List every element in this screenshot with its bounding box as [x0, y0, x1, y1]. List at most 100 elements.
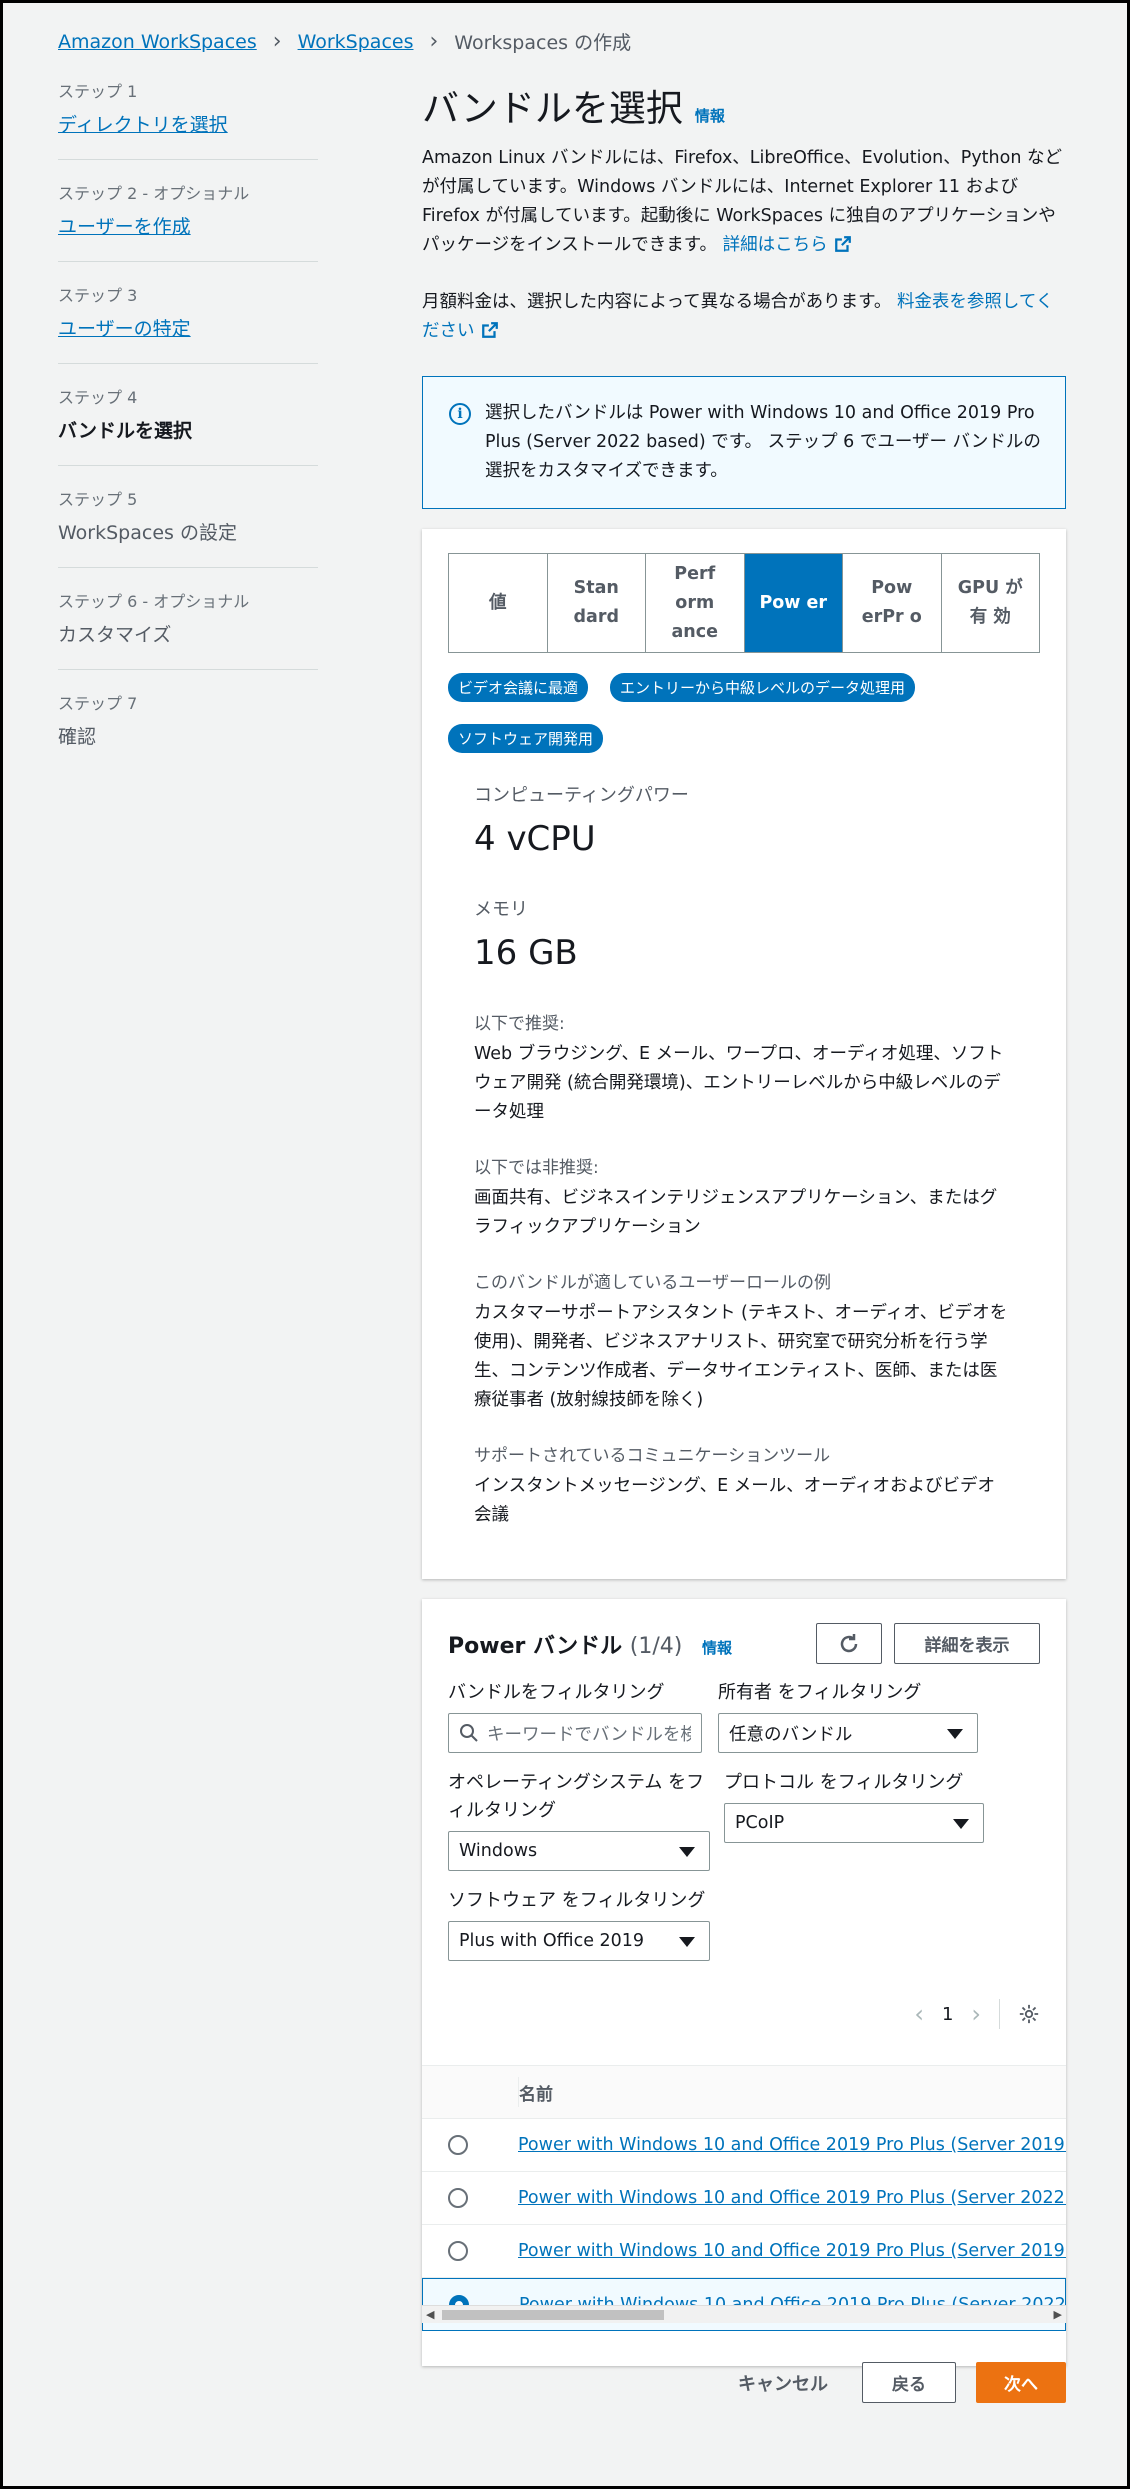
step-link-select-directory[interactable]: ディレクトリを選択 [58, 110, 318, 137]
alert-text: 選択したバンドルは Power with Windows 10 and Offi… [485, 403, 1041, 481]
breadcrumb-workspaces-home[interactable]: Amazon WorkSpaces [58, 31, 257, 53]
next-page-icon[interactable]: › [971, 2000, 981, 2028]
filter-owner-label: 所有者 をフィルタリング [718, 1682, 922, 1703]
caret-down-icon [679, 1847, 695, 1857]
scroll-right-icon[interactable]: ▶ [1054, 2308, 1062, 2321]
filter-bundle-label: バンドルをフィルタリング [448, 1682, 665, 1703]
table-row[interactable]: Power with Windows 10 and Office 2019 Pr… [422, 2119, 1066, 2172]
row-radio[interactable] [448, 2241, 468, 2261]
step-link-identify-users[interactable]: ユーザーの特定 [58, 314, 318, 341]
chevron-right-icon: › [429, 29, 439, 54]
pricing-note-text: 月額料金は、選択した内容によって異なる場合があります。 [422, 292, 892, 312]
roles-label: このバンドルが適しているユーザーロールの例 [474, 1273, 831, 1293]
wizard-actions: キャンセル 戻る 次へ [738, 2362, 1066, 2403]
column-header-name[interactable]: 名前 [518, 2077, 553, 2107]
not-recommended-label: 以下では非推奨: [474, 1158, 599, 1178]
tag-data-processing: エントリーから中級レベルのデータ処理用 [610, 673, 916, 702]
scrollbar-thumb[interactable] [442, 2310, 664, 2320]
bundle-name-link[interactable]: Power with Windows 10 and Office 2019 Pr… [518, 2135, 1066, 2155]
cancel-button[interactable]: キャンセル [738, 2370, 828, 2396]
compute-value: 4 vCPU [474, 819, 596, 859]
table-row[interactable]: Power with Windows 10 and Office 2019 Pr… [422, 2225, 1066, 2278]
table-info-link[interactable]: 情報 [702, 1639, 732, 1657]
caret-down-icon [953, 1819, 969, 1829]
step-6: ステップ 6 - オプショナル カスタマイズ [58, 588, 318, 670]
main-content: バンドルを選択 情報 Amazon Linux バンドルには、Firefox、L… [422, 78, 1066, 2366]
tab-gpu[interactable]: GPU が有 効 [942, 554, 1040, 652]
step-number: ステップ 7 [58, 694, 138, 713]
back-button[interactable]: 戻る [862, 2362, 956, 2403]
step-5: ステップ 5 WorkSpaces の設定 [58, 486, 318, 568]
bundle-name-link[interactable]: Power with Windows 10 and Office 2019 Pr… [518, 2241, 1066, 2261]
step-number: ステップ 5 [58, 490, 138, 509]
step-3: ステップ 3 ユーザーの特定 [58, 282, 318, 364]
bundle-search-input[interactable]: キーワードでバンドルを検索 [448, 1713, 702, 1753]
info-link[interactable]: 情報 [695, 105, 725, 126]
next-button[interactable]: 次へ [976, 2362, 1066, 2403]
tab-powerpro[interactable]: Pow erPr o [843, 554, 942, 652]
tab-standard[interactable]: Stan dard [548, 554, 646, 652]
prev-page-icon[interactable]: ‹ [914, 2000, 924, 2028]
bundle-tags: ビデオ会議に最適 エントリーから中級レベルのデータ処理用 ソフトウェア開発用 [448, 673, 1048, 753]
bundle-table: 名前 Power with Windows 10 and Office 2019… [422, 2065, 1066, 2331]
pagination: ‹ 1 › [914, 1999, 1040, 2029]
view-details-button[interactable]: 詳細を表示 [894, 1623, 1040, 1664]
step-customize: カスタマイズ [58, 624, 172, 646]
step-current-select-bundle: バンドルを選択 [58, 420, 192, 442]
pager-divider [999, 1999, 1000, 2029]
table-count: (1/4) [629, 1633, 683, 1659]
current-page[interactable]: 1 [942, 2004, 953, 2025]
software-select-value: Plus with Office 2019 [459, 1931, 645, 1951]
filter-owner-group: 所有者 をフィルタリング 任意のバンドル [718, 1679, 978, 1753]
chevron-right-icon: › [272, 29, 282, 54]
learn-more-link[interactable]: 詳細はこちら [723, 235, 852, 255]
pricing-note: 月額料金は、選択した内容によって異なる場合があります。 料金表を参照してください [422, 288, 1066, 346]
compute-label: コンピューティングパワー [474, 785, 689, 806]
table-row[interactable]: Power with Windows 10 and Office 2019 Pr… [422, 2172, 1066, 2225]
step-4: ステップ 4 バンドルを選択 [58, 384, 318, 466]
owner-select[interactable]: 任意のバンドル [718, 1713, 978, 1753]
memory-label: メモリ [474, 899, 528, 920]
tab-power[interactable]: Pow er [744, 554, 843, 652]
tag-video-conferencing: ビデオ会議に最適 [448, 673, 589, 702]
tools-text: インスタントメッセージング、E メール、オーディオおよびビデオ会議 [474, 1476, 995, 1525]
horizontal-scrollbar[interactable]: ◀ ▶ [422, 2305, 1066, 2323]
table-header-row: 名前 [422, 2065, 1066, 2119]
learn-more-label: 詳細はこちら [722, 235, 828, 255]
bundle-type-segmented-control: 値 Stan dard Perf orm ance Pow er Pow erP… [448, 553, 1040, 653]
row-radio[interactable] [448, 2135, 468, 2155]
table-header: Power バンドル (1/4) 情報 詳細を表示 [422, 1599, 1066, 1664]
roles-text: カスタマーサポートアシスタント (テキスト、オーディオ、ビデオを使用)、開発者、… [474, 1303, 1008, 1410]
filter-protocol-label: プロトコル をフィルタリング [724, 1772, 964, 1793]
filter-protocol-group: プロトコル をフィルタリング PCoIP [724, 1769, 984, 1843]
tab-performance[interactable]: Perf orm ance [646, 554, 745, 652]
filter-bundle-group: バンドルをフィルタリング キーワードでバンドルを検索 [448, 1679, 702, 1753]
refresh-button[interactable] [816, 1623, 882, 1664]
tab-value[interactable]: 値 [449, 554, 548, 652]
recommended-text: Web ブラウジング、E メール、ワープロ、オーディオ処理、ソフトウェア開発 (… [474, 1044, 1004, 1122]
software-select[interactable]: Plus with Office 2019 [448, 1921, 710, 1961]
step-1: ステップ 1 ディレクトリを選択 [58, 78, 318, 160]
breadcrumb: Amazon WorkSpaces › WorkSpaces › Workspa… [58, 28, 631, 55]
bundle-name-link[interactable]: Power with Windows 10 and Office 2019 Pr… [518, 2188, 1066, 2208]
tag-software-development: ソフトウェア開発用 [448, 724, 604, 753]
memory-value: 16 GB [474, 933, 578, 973]
recommended-label: 以下で推奨: [474, 1014, 565, 1034]
search-icon [460, 1724, 478, 1742]
table-actions: 詳細を表示 [816, 1623, 1040, 1664]
breadcrumb-current: Workspaces の作成 [454, 32, 632, 54]
protocol-select[interactable]: PCoIP [724, 1803, 984, 1843]
row-radio[interactable] [448, 2188, 468, 2208]
scroll-left-icon[interactable]: ◀ [426, 2308, 434, 2321]
settings-gear-icon[interactable] [1018, 2003, 1040, 2025]
table-title: Power バンドル (1/4) 情報 [448, 1628, 732, 1660]
filter-os-group: オペレーティングシステム をフィルタリング Windows [448, 1769, 710, 1871]
refresh-icon [840, 1633, 858, 1652]
owner-select-value: 任意のバンドル [729, 1724, 853, 1745]
step-review: 確認 [58, 726, 97, 748]
external-link-icon [481, 322, 498, 338]
os-select[interactable]: Windows [448, 1831, 710, 1871]
breadcrumb-workspaces[interactable]: WorkSpaces [298, 31, 414, 53]
protocol-select-value: PCoIP [735, 1813, 785, 1833]
step-link-create-users[interactable]: ユーザーを作成 [58, 212, 318, 239]
